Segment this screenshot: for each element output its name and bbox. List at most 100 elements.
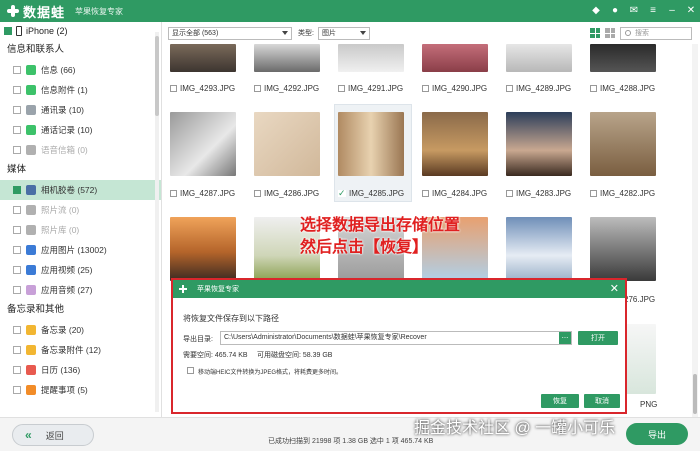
device-checkbox[interactable] xyxy=(4,27,12,35)
export-button[interactable]: 导出 xyxy=(626,423,688,445)
file-caption[interactable]: IMG_4284.JPG xyxy=(422,189,487,198)
sidebar-item[interactable]: 提醒事项 (5) xyxy=(0,380,161,400)
thumbnail[interactable] xyxy=(506,44,572,72)
checkmark-icon[interactable]: ✓ xyxy=(338,189,346,198)
sidebar-item[interactable]: 照片流 (0) xyxy=(0,200,161,220)
sidebar-item[interactable]: 通话记录 (10) xyxy=(0,120,161,140)
sidebar-item[interactable]: 照片库 (0) xyxy=(0,220,161,240)
recover-button[interactable]: 恢复 xyxy=(541,394,579,408)
sidebar-item-checkbox[interactable] xyxy=(13,286,21,294)
export-path-field[interactable]: C:\Users\Administrator\Documents\数据蛙\苹果恢… xyxy=(220,331,572,345)
file-checkbox[interactable] xyxy=(422,190,429,197)
file-caption[interactable]: IMG_4291.JPG xyxy=(338,84,403,93)
close-icon[interactable]: ✕ xyxy=(610,282,619,296)
sidebar-item-checkbox[interactable] xyxy=(13,366,21,374)
file-caption[interactable]: IMG_4292.JPG xyxy=(254,84,319,93)
menu-icon[interactable]: ≡ xyxy=(648,6,658,16)
filter-select[interactable]: 显示全部 (563) xyxy=(168,26,292,40)
thumbnail[interactable] xyxy=(338,112,404,176)
sidebar-item[interactable]: 信息 (66) xyxy=(0,60,161,80)
file-caption[interactable]: IMG_4287.JPG xyxy=(170,189,235,198)
thumbnail[interactable] xyxy=(590,44,656,72)
thumbnail[interactable] xyxy=(170,112,236,176)
sidebar-item[interactable]: 应用音频 (27) xyxy=(0,280,161,300)
thumbnail[interactable] xyxy=(422,112,488,176)
sidebar: iPhone (2) 信息和联系人 信息 (66) 信息附件 (1) 通讯录 (10)… xyxy=(0,22,162,417)
sidebar-item[interactable]: 通讯录 (10) xyxy=(0,100,161,120)
sidebar-item-checkbox[interactable] xyxy=(13,206,21,214)
file-caption[interactable]: IMG_4293.JPG xyxy=(170,84,235,93)
person-icon[interactable]: ● xyxy=(610,6,620,16)
sidebar-item-checkbox[interactable] xyxy=(13,226,21,234)
sidebar-scroll-thumb[interactable] xyxy=(155,36,159,116)
sidebar-item[interactable]: 信息附件 (1) xyxy=(0,80,161,100)
diamond-icon[interactable]: ◆ xyxy=(591,6,601,16)
sidebar-item-checkbox[interactable] xyxy=(13,106,21,114)
file-checkbox[interactable] xyxy=(254,85,261,92)
file-caption[interactable]: IMG_4282.JPG xyxy=(590,189,655,198)
thumbnail[interactable] xyxy=(506,217,572,281)
sidebar-item-checkbox[interactable] xyxy=(13,326,21,334)
file-checkbox[interactable] xyxy=(506,85,513,92)
thumbnail[interactable] xyxy=(338,44,404,72)
sidebar-item[interactable]: 日历 (136) xyxy=(0,360,161,380)
sidebar-item-checkbox[interactable] xyxy=(13,146,21,154)
file-checkbox[interactable] xyxy=(170,85,177,92)
sidebar-item-checkbox[interactable] xyxy=(13,346,21,354)
thumbnail[interactable] xyxy=(254,112,320,176)
list-view-icon[interactable] xyxy=(604,27,616,39)
file-checkbox[interactable] xyxy=(590,85,597,92)
file-checkbox[interactable] xyxy=(506,190,513,197)
heic-convert-checkbox[interactable] xyxy=(187,367,194,374)
grid-scrollbar[interactable] xyxy=(692,44,698,417)
sidebar-item[interactable]: 备忘录附件 (12) xyxy=(0,340,161,360)
app-name: 数据蛙 xyxy=(23,4,66,20)
grid-view-icon[interactable] xyxy=(589,27,601,39)
device-row[interactable]: iPhone (2) xyxy=(0,22,161,40)
sidebar-item[interactable]: 应用图片 (13002) xyxy=(0,240,161,260)
thumbnail[interactable] xyxy=(170,217,236,281)
sidebar-item[interactable]: 语音信箱 (0) xyxy=(0,140,161,160)
file-caption[interactable]: IMG_4290.JPG xyxy=(422,84,487,93)
cancel-button[interactable]: 取消 xyxy=(584,394,620,408)
sidebar-item-checkbox[interactable] xyxy=(13,126,21,134)
type-select[interactable]: 图片 xyxy=(317,26,370,40)
sidebar-item-checkbox[interactable] xyxy=(13,266,21,274)
file-caption[interactable]: ✓ IMG_4285.JPG xyxy=(338,189,404,198)
thumbnail[interactable] xyxy=(590,217,656,281)
file-caption[interactable]: IMG_4283.JPG xyxy=(506,189,571,198)
file-caption[interactable]: IMG_4286.JPG xyxy=(254,189,319,198)
sidebar-item-checkbox[interactable] xyxy=(13,246,21,254)
sidebar-item-checkbox[interactable] xyxy=(13,86,21,94)
sidebar-item[interactable]: 相机胶卷 (572) xyxy=(0,180,161,200)
search-input[interactable]: 搜索 xyxy=(620,26,692,40)
close-icon[interactable]: ✕ xyxy=(686,6,696,16)
file-checkbox[interactable] xyxy=(338,85,345,92)
file-caption[interactable]: IMG_4288.JPG xyxy=(590,84,655,93)
thumbnail[interactable] xyxy=(170,44,236,72)
back-button[interactable]: « 返回 xyxy=(12,424,94,446)
logo-cross-icon xyxy=(179,285,187,293)
grid-scroll-thumb[interactable] xyxy=(693,374,697,414)
thumbnail[interactable] xyxy=(506,112,572,176)
browse-button[interactable]: ... xyxy=(559,332,571,344)
app-subtitle: 苹果恢复专家 xyxy=(75,6,124,16)
open-button[interactable]: 打开 xyxy=(578,331,618,345)
file-checkbox[interactable] xyxy=(590,190,597,197)
sidebar-item[interactable]: 备忘录 (20) xyxy=(0,320,161,340)
file-checkbox[interactable] xyxy=(422,85,429,92)
sidebar-scrollbar[interactable] xyxy=(155,32,159,412)
mail-icon[interactable]: ✉ xyxy=(629,6,639,16)
file-checkbox[interactable] xyxy=(170,190,177,197)
file-caption[interactable]: IMG_4289.JPG xyxy=(506,84,571,93)
thumbnail[interactable] xyxy=(422,44,488,72)
sidebar-item[interactable]: 应用视频 (25) xyxy=(0,260,161,280)
file-checkbox[interactable] xyxy=(254,190,261,197)
thumbnail[interactable] xyxy=(254,44,320,72)
sidebar-item-checkbox[interactable] xyxy=(13,186,21,194)
sidebar-item-checkbox[interactable] xyxy=(13,386,21,394)
file-caption[interactable]: PNG xyxy=(640,400,657,409)
minimize-icon[interactable]: – xyxy=(667,6,677,16)
thumbnail[interactable] xyxy=(590,112,656,176)
sidebar-item-checkbox[interactable] xyxy=(13,66,21,74)
